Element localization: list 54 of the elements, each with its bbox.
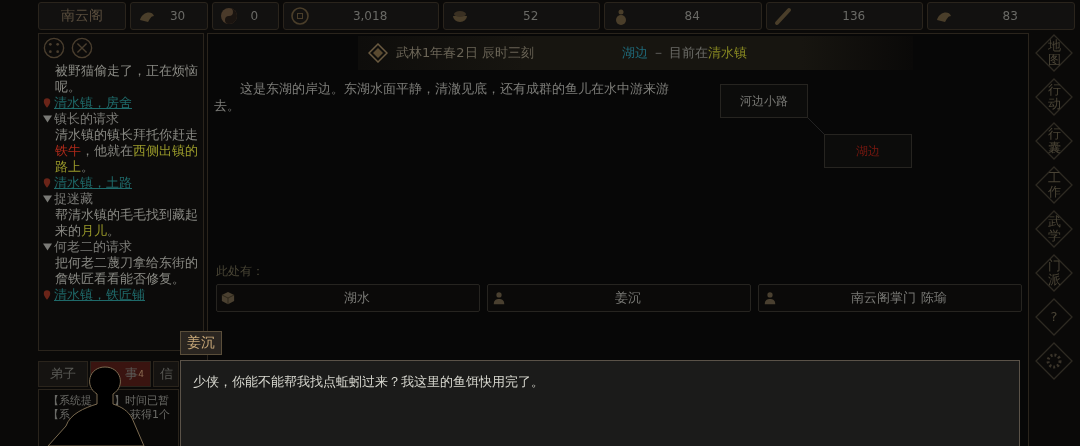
object-button[interactable]: 湖水 bbox=[216, 284, 480, 312]
quest-description: 帮清水镇的毛毛找到藏起来的月儿。 bbox=[54, 207, 199, 239]
stat-value: 0 bbox=[249, 9, 260, 23]
stat-value: 84 bbox=[683, 9, 701, 23]
menu-button[interactable]: 行囊 bbox=[1034, 121, 1074, 161]
stat-value: 83 bbox=[1001, 9, 1019, 23]
menu-button[interactable]: 工作 bbox=[1034, 165, 1074, 205]
object-button[interactable]: 南云阁掌门 陈瑜 bbox=[758, 284, 1022, 312]
faction-label: 南云阁 bbox=[38, 2, 126, 30]
stat-value: 136 bbox=[841, 9, 867, 23]
object-button[interactable]: 姜沉 bbox=[487, 284, 751, 312]
box-icon bbox=[221, 291, 235, 305]
menu-button[interactable]: 地图 bbox=[1034, 33, 1074, 73]
location-title: 湖边 － 目前在清水镇 bbox=[622, 44, 748, 62]
person-icon bbox=[492, 291, 506, 305]
coin-icon bbox=[290, 6, 311, 26]
pin-icon bbox=[43, 289, 51, 301]
quest-title[interactable]: 何老二的请求 bbox=[54, 239, 132, 255]
map-node[interactable]: 河边小路 bbox=[720, 84, 808, 118]
pin-icon bbox=[43, 97, 51, 109]
map-node[interactable]: 湖边 bbox=[824, 134, 912, 168]
person-icon bbox=[763, 291, 777, 305]
quest-description: 把何老二蔑刀拿给东街的詹铁匠看看能否修复。 bbox=[54, 255, 199, 287]
log-text: 【系 bbox=[48, 408, 71, 422]
stat-value: 3,018 bbox=[351, 9, 389, 23]
pin-icon bbox=[43, 177, 51, 189]
log-text: 获得1个 bbox=[130, 408, 170, 422]
quest-title[interactable]: 捉迷藏 bbox=[54, 191, 93, 207]
triangle-icon[interactable] bbox=[43, 195, 52, 203]
dialog-text: 少侠，你能不能帮我找点蚯蚓过来？我这里的鱼饵快用完了。 bbox=[193, 373, 544, 391]
menu-button[interactable]: 行动 bbox=[1034, 77, 1074, 117]
stat-value: 52 bbox=[522, 9, 540, 23]
triangle-icon[interactable] bbox=[43, 243, 52, 251]
location-link[interactable]: 清水镇，房舍 bbox=[54, 95, 132, 111]
menu-button[interactable]: 武学 bbox=[1034, 209, 1074, 249]
speaker-name: 姜沉 bbox=[180, 331, 222, 355]
quest-description: 清水镇的镇长拜托你赶走 铁牛，他就在西侧出镇的路上。 bbox=[54, 127, 199, 175]
yin-yang-icon bbox=[218, 6, 239, 26]
stat-value: 30 bbox=[168, 9, 187, 23]
log-text: 】时间已暂 bbox=[114, 394, 169, 408]
scene-description: 这是东湖的岸边。东湖水面平静，清澈见底，还有成群的鱼儿在水中游来游去。 bbox=[214, 80, 670, 115]
tab[interactable]: 弟子 bbox=[38, 361, 88, 387]
tab[interactable]: 信 bbox=[153, 361, 179, 387]
quest-description: 被野猫偷走了，正在烦恼呢。 bbox=[54, 63, 199, 95]
location-link[interactable]: 清水镇，铁匠铺 bbox=[54, 287, 145, 303]
section-label: 此处有： bbox=[216, 263, 265, 280]
date-text: 武林1年春2日 辰时三刻 bbox=[396, 44, 535, 62]
diamond-icon bbox=[368, 43, 388, 63]
menu-button[interactable]: ? bbox=[1034, 297, 1074, 337]
location-link[interactable]: 清水镇，土路 bbox=[54, 175, 132, 191]
log-text: 【系统提 bbox=[48, 394, 93, 408]
triangle-icon[interactable] bbox=[43, 115, 52, 123]
quest-title[interactable]: 镇长的请求 bbox=[54, 111, 119, 127]
connector-line bbox=[808, 118, 824, 134]
